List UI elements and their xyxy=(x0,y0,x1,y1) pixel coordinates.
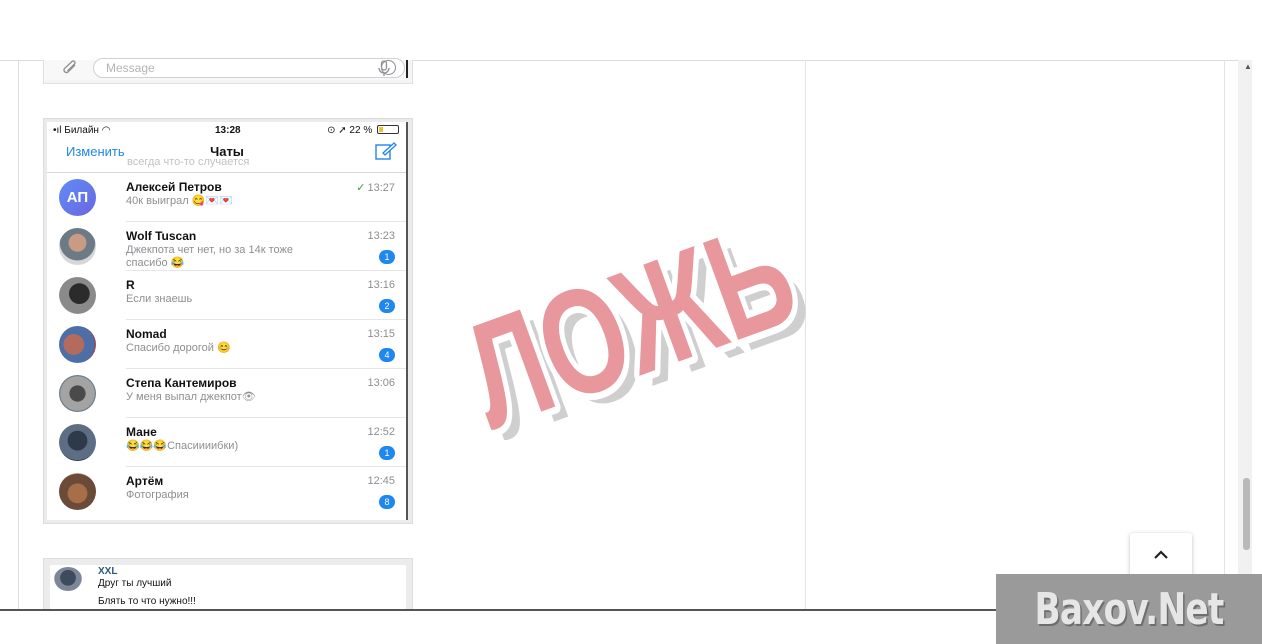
chat-preview: Если знаешь xyxy=(126,293,193,305)
window-edge xyxy=(406,122,408,520)
unread-badge: 4 xyxy=(379,348,395,362)
carrier-signal: •ıl Билайн ◠ xyxy=(53,125,111,136)
microphone-icon xyxy=(377,60,391,76)
chat-time: 13:15 xyxy=(367,328,395,340)
chat-preview: 😂😂😂Спасиииибки) xyxy=(126,440,239,452)
avatar xyxy=(59,228,96,265)
chat-row: Мане 😂😂😂Спасиииибки) 12:52 1 xyxy=(47,418,407,467)
chat-time: 13:06 xyxy=(367,377,395,389)
compose-icon xyxy=(375,142,397,160)
chat-preview: Джекпота чет нет, но за 14к тоже спасибо… xyxy=(126,244,293,269)
chat-row: АП Алексей Петров 40к выиграл 😋💌💌 ✓ 13:27 xyxy=(47,173,407,222)
stamp-text: ЛОЖЬ xyxy=(445,200,816,450)
chat-time: 13:23 xyxy=(367,230,395,242)
comment-line: Друг ты лучший xyxy=(98,578,172,589)
chat-time-wrap: ✓ 13:27 xyxy=(356,181,395,194)
comment-line: Блять то что нужно!!! xyxy=(98,596,196,607)
chat-name: Алексей Петров xyxy=(126,180,222,194)
chat-name: Степа Кантемиров xyxy=(126,376,237,390)
chat-preview: 40к выиграл 😋💌💌 xyxy=(126,195,233,207)
battery-icon xyxy=(377,125,399,134)
chat-time: 12:45 xyxy=(367,475,395,487)
chat-row: Артём Фотография 12:45 8 xyxy=(47,467,407,516)
window-edge xyxy=(406,60,408,78)
message-bar: Message xyxy=(44,58,406,80)
scrolled-preview-text: всегда что-то случается xyxy=(127,156,250,168)
chat-preview: Спасибо дорогой 😊 xyxy=(126,342,231,354)
status-bar: •ıl Билайн ◠ 13:28 ⊙ ➚ 22 % xyxy=(47,122,407,140)
battery-percent: 22 % xyxy=(349,125,373,136)
phone-screen: •ıl Билайн ◠ 13:28 ⊙ ➚ 22 % Чаты Изменит… xyxy=(47,122,407,520)
message-placeholder: Message xyxy=(106,61,155,75)
chevron-up-icon xyxy=(1154,550,1168,559)
chat-time: 13:16 xyxy=(367,279,395,291)
chat-preview: У меня выпал джекпот👁 xyxy=(126,391,256,403)
location-icon: ➚ xyxy=(338,125,347,136)
avatar xyxy=(54,567,82,591)
unread-badge: 1 xyxy=(379,446,395,460)
scroll-up-arrow-icon[interactable]: ▲ xyxy=(1244,62,1252,71)
chat-name: Артём xyxy=(126,474,164,488)
page: ▲ Message •ıl Билайн ◠ 13:28 ⊙ ➚ 22 % Ча… xyxy=(0,0,1262,644)
chat-time: 13:27 xyxy=(367,182,395,194)
status-time: 13:28 xyxy=(215,125,241,136)
status-right: ⊙ ➚ 22 % xyxy=(327,125,399,136)
chat-name: Wolf Tuscan xyxy=(126,229,197,243)
chat-name: Мане xyxy=(126,425,157,439)
unread-badge: 1 xyxy=(379,250,395,264)
chat-name: R xyxy=(126,278,135,292)
left-divider xyxy=(18,60,19,610)
wifi-icon: ◠ xyxy=(101,125,111,136)
chat-row: R Если знаешь 13:16 2 xyxy=(47,271,407,320)
unread-badge: 8 xyxy=(379,495,395,509)
avatar: АП xyxy=(59,179,96,216)
scrollbar-thumb[interactable] xyxy=(1243,478,1250,550)
chat-row: Wolf Tuscan Джекпота чет нет, но за 14к … xyxy=(47,222,407,271)
read-check-icon: ✓ xyxy=(356,182,366,194)
watermark: Baxov.Net xyxy=(996,574,1262,644)
avatar xyxy=(59,375,96,412)
chat-name: Nomad xyxy=(126,327,167,341)
right-divider xyxy=(1224,60,1225,610)
avatar xyxy=(59,473,96,510)
edit-button: Изменить xyxy=(66,144,125,159)
back-to-top-button[interactable] xyxy=(1130,533,1192,579)
screenshot-message-bar: Message xyxy=(43,58,413,84)
screenshot-comment: XXL Друг ты лучший Блять то что нужно!!! xyxy=(43,558,413,611)
screenshot-chat-list: •ıl Билайн ◠ 13:28 ⊙ ➚ 22 % Чаты Изменит… xyxy=(43,118,413,524)
chat-preview: Фотография xyxy=(126,489,189,501)
message-input: Message xyxy=(93,58,405,78)
chat-time: 12:52 xyxy=(367,426,395,438)
watermark-text: Baxov.Net xyxy=(1034,584,1224,635)
chat-list: АП Алексей Петров 40к выиграл 😋💌💌 ✓ 13:27… xyxy=(47,173,407,516)
avatar xyxy=(59,326,96,363)
rotation-lock-icon: ⊙ xyxy=(327,125,336,136)
comment: XXL Друг ты лучший Блять то что нужно!!! xyxy=(50,565,406,611)
avatar xyxy=(59,277,96,314)
false-stamp: ЛОЖЬ ЛОЖЬ ЛОЖЬ xyxy=(430,200,830,450)
battery-fill xyxy=(379,127,384,132)
carrier-name: Билайн xyxy=(64,125,99,136)
stamp-graphic: ЛОЖЬ ЛОЖЬ ЛОЖЬ xyxy=(439,200,829,450)
chat-row: Степа Кантемиров У меня выпал джекпот👁 1… xyxy=(47,369,407,418)
attachment-icon xyxy=(62,60,80,76)
comment-author: XXL xyxy=(98,566,118,577)
avatar xyxy=(59,424,96,461)
chat-row: Nomad Спасибо дорогой 😊 13:15 4 xyxy=(47,320,407,369)
unread-badge: 2 xyxy=(379,299,395,313)
